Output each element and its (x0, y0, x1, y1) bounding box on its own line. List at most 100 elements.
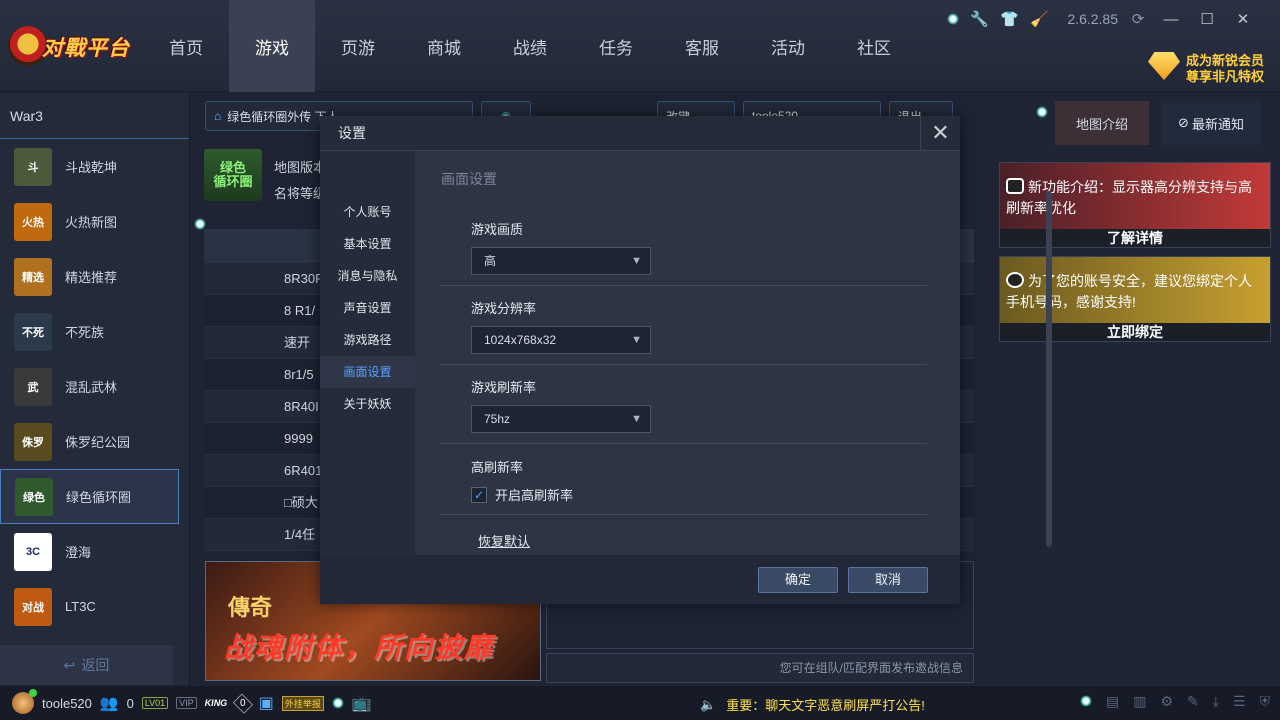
refresh-select[interactable]: 75hz ▼ (471, 405, 651, 433)
nav-home[interactable]: 首页 (143, 0, 229, 92)
ok-button[interactable]: 确定 (758, 567, 838, 593)
top-bar: 对戰平台 首页 游戏 页游 商城 战绩 任务 客服 活动 社区 🔧 👕 🧹 2.… (0, 0, 1280, 92)
maximize-icon[interactable]: ☐ (1194, 10, 1220, 28)
cancel-button[interactable]: 取消 (848, 567, 928, 593)
map-icon: 绿色 循环圈 (204, 149, 262, 201)
chat-icon[interactable]: ▤ (1106, 693, 1119, 710)
settings-nav-item[interactable]: 个人账号 (320, 196, 415, 228)
settings-nav-item[interactable]: 消息与隐私 (320, 260, 415, 292)
clock-icon: ⊘ (1178, 115, 1189, 130)
nav-events[interactable]: 活动 (745, 0, 831, 92)
status-username[interactable]: toole520 (42, 696, 92, 711)
chevron-down-icon: ▼ (631, 255, 642, 267)
tab-latest-notice[interactable]: ⊘ 最新通知 (1161, 101, 1261, 145)
nav-tasks[interactable]: 任务 (573, 0, 659, 92)
bind-now-button[interactable]: 立即绑定 (1000, 323, 1270, 341)
minimize-icon[interactable]: — (1158, 11, 1184, 28)
resolution-select[interactable]: 1024x768x32 ▼ (471, 326, 651, 354)
quality-select[interactable]: 高 ▼ (471, 247, 651, 275)
notice-feature[interactable]: 新功能介绍：显示器高分辨支持与高刷新率优化 了解详情 (999, 162, 1271, 248)
tv-icon[interactable]: 📺 (352, 693, 372, 713)
sidebar-item[interactable]: 不死 不死族 (0, 304, 189, 359)
vip-promo[interactable]: 成为新锐会员 尊享非凡特权 (1148, 50, 1270, 84)
glow-dot-icon (331, 697, 344, 709)
sidebar-item[interactable]: 精选 精选推荐 (0, 249, 189, 304)
restore-defaults-link[interactable]: 恢复默认 (478, 531, 530, 550)
sidebar-item[interactable]: 侏罗 侏罗纪公园 (0, 414, 189, 469)
close-icon[interactable]: ✕ (920, 116, 960, 151)
refresh-label: 游戏刷新率 (471, 380, 537, 395)
settings-nav-item[interactable]: 画面设置 (320, 356, 415, 388)
game-thumb-icon: 武 (14, 367, 52, 406)
broom-icon[interactable]: 🧹 (1029, 9, 1049, 29)
box-icon[interactable]: ▣ (259, 693, 274, 713)
game-thumb-icon: 对战 (14, 587, 52, 626)
shirt-icon[interactable]: 👕 (999, 9, 1019, 29)
nav-games[interactable]: 游戏 (229, 0, 315, 92)
close-window-icon[interactable]: ✕ (1230, 10, 1256, 28)
nav-support[interactable]: 客服 (659, 0, 745, 92)
banner-title: 战魂附体，所向披靡 (224, 632, 495, 663)
refresh-value: 75hz (484, 412, 511, 426)
scrollbar[interactable] (1046, 191, 1052, 547)
notice-feature-body: 新功能介绍：显示器高分辨支持与高刷新率优化 (1006, 179, 1252, 216)
glow-dot-icon (947, 13, 960, 25)
settings-nav-item[interactable]: 基本设置 (320, 228, 415, 260)
shield-icon[interactable]: ⛨ (1260, 693, 1271, 710)
status-left: toole520 👥 0 LV01 VIP KING 0 ▣ 外挂举报 📺 (0, 689, 372, 714)
friends-icon[interactable]: 👥 (100, 694, 119, 712)
settings-nav-item[interactable]: 声音设置 (320, 292, 415, 324)
high-refresh-option[interactable]: ✓ 开启高刷新率 (471, 485, 573, 504)
tab-latest-label: 最新通知 (1191, 116, 1244, 132)
map-version: 地图版本 (274, 160, 327, 175)
vip-gem-icon (1148, 52, 1180, 80)
map-meta: 地图版本 名将等级 (274, 155, 326, 207)
resolution-label: 游戏分辨率 (471, 301, 537, 316)
sidebar-item[interactable]: 武混乱武林 (0, 359, 189, 414)
vip-badge[interactable]: VIP (176, 697, 197, 709)
settings-nav-item[interactable]: 游戏路径 (320, 324, 415, 356)
game-thumb-icon: 3C (14, 532, 52, 571)
logo-text: 对戰平台 (42, 37, 130, 60)
zero-badge-value: 0 (240, 697, 246, 709)
announcement[interactable]: 🔈 重要：聊天文字恶意刷屏严打公告! (700, 695, 925, 714)
map-icon-line1: 绿色 (219, 159, 246, 175)
game-thumb-icon: 斗 (14, 147, 52, 186)
status-right-icons: ▤ ▥ ⚙ ✎ ⤓ ☰ ⛨ (1079, 693, 1271, 710)
nav-webgames[interactable]: 页游 (315, 0, 401, 92)
notice-security[interactable]: 为了您的账号安全，建议您绑定个人手机号码，感谢支持! 立即绑定 (999, 256, 1271, 342)
glow-dot-icon (1036, 106, 1048, 118)
sidebar-item-label: 不死族 (65, 325, 105, 340)
dialog-footer: 确定 取消 (320, 555, 960, 604)
sidebar-item[interactable]: 绿色 绿色循环圈 (0, 469, 179, 524)
mascot-icon (1006, 272, 1024, 288)
game-thumb-icon: 侏罗 (14, 422, 52, 461)
wrench-icon[interactable]: 🔧 (969, 9, 989, 29)
sidebar-item[interactable]: 对战 LT3C (0, 579, 189, 634)
king-badge[interactable]: KING (205, 698, 228, 708)
download-icon[interactable]: ⤓ (1213, 693, 1219, 710)
sidebar-item[interactable]: 3C 澄海 (0, 524, 189, 579)
sidebar-item-label: 精选推荐 (65, 270, 118, 285)
chevron-down-icon: ▼ (631, 334, 642, 346)
tools-icon[interactable]: ✎ (1187, 693, 1199, 710)
list-icon[interactable]: ☰ (1233, 693, 1246, 710)
section-title: 画面设置 (441, 171, 497, 187)
settings-icon[interactable]: ⚙ (1160, 693, 1173, 710)
tab-map-intro[interactable]: 地图介绍 (1055, 101, 1149, 145)
nav-records[interactable]: 战绩 (487, 0, 573, 92)
learn-more-button[interactable]: 了解详情 (1000, 229, 1270, 247)
nav-shop[interactable]: 商城 (401, 0, 487, 92)
app-logo[interactable]: 对戰平台 (8, 22, 133, 70)
stats-icon[interactable]: ▥ (1133, 693, 1146, 710)
report-badge[interactable]: 外挂举报 (281, 695, 324, 711)
sidebar-item[interactable]: 斗斗战乾坤 (0, 139, 189, 194)
sidebar-item[interactable]: 火热 火热新图 (0, 194, 189, 249)
refresh-icon[interactable]: ⟳ (1128, 9, 1148, 29)
dialog-title: 设置 (320, 116, 960, 151)
avatar[interactable] (12, 689, 37, 714)
back-button[interactable]: ↩ 返回 (0, 645, 173, 685)
settings-nav-item[interactable]: 关于妖妖 (320, 388, 415, 420)
nav-community[interactable]: 社区 (831, 0, 917, 92)
high-refresh-checkbox[interactable]: ✓ (471, 486, 487, 503)
